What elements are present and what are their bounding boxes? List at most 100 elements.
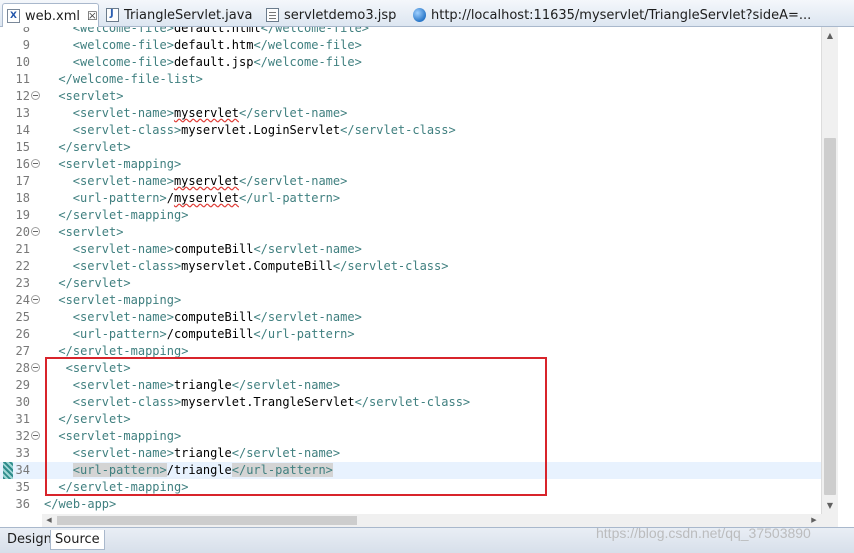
code-line[interactable]: 9 <welcome-file>default.htm</welcome-file… — [0, 37, 821, 54]
code-content: <servlet-name>computeBill</servlet-name> — [73, 241, 362, 258]
code-line[interactable]: 34 <url-pattern>/triangle</url-pattern> — [0, 462, 821, 479]
source-editor[interactable]: 8 <welcome-file>default.html</welcome-fil… — [0, 27, 821, 514]
xml-tag: <url-pattern> — [72, 463, 167, 477]
xml-text: myservlet — [173, 191, 239, 205]
xml-text: /triangle — [166, 463, 232, 477]
code-line[interactable]: 22 <servlet-class>myservlet.ComputeBill</… — [0, 258, 821, 275]
vertical-scroll-thumb[interactable] — [824, 138, 836, 495]
line-number: 13 — [15, 106, 30, 120]
xml-tag: <servlet-name> — [72, 106, 174, 120]
fold-collapse-icon[interactable] — [31, 91, 40, 100]
xml-tag: </welcome-file> — [253, 55, 362, 69]
code-content: <servlet-name>computeBill</servlet-name> — [73, 309, 362, 326]
code-line[interactable]: 16 <servlet-mapping> — [0, 156, 821, 173]
xml-tag: </servlet-name> — [253, 242, 362, 256]
line-number: 36 — [15, 497, 30, 511]
line-number: 35 — [15, 480, 30, 494]
fold-collapse-icon[interactable] — [31, 227, 40, 236]
line-number: 29 — [15, 378, 30, 392]
tab-source[interactable]: Source — [50, 530, 105, 550]
xml-tag: <servlet-class> — [72, 123, 182, 137]
fold-collapse-icon[interactable] — [31, 363, 40, 372]
code-line[interactable]: 28 <servlet> — [0, 360, 821, 377]
fold-collapse-icon[interactable] — [31, 159, 40, 168]
code-content: <url-pattern>/triangle</url-pattern> — [72, 462, 333, 479]
right-margin — [838, 27, 854, 527]
line-number: 32 — [15, 429, 30, 443]
xml-text: / — [166, 191, 174, 205]
line-number: 19 — [15, 208, 30, 222]
code-content: <welcome-file>default.html</welcome-file… — [73, 27, 369, 37]
xml-tag: <url-pattern> — [72, 327, 167, 341]
code-line[interactable]: 30 <servlet-class>myservlet.TrangleServle… — [0, 394, 821, 411]
code-content: <servlet-class>myservlet.TrangleServlet<… — [73, 394, 470, 411]
xml-tag: </servlet-name> — [238, 174, 348, 188]
code-line[interactable]: 14 <servlet-class>myservlet.LoginServlet<… — [0, 122, 821, 139]
horizontal-scroll-thumb[interactable] — [57, 516, 357, 525]
code-line[interactable]: 11 </welcome-file-list> — [0, 71, 821, 88]
code-line[interactable]: 29 <servlet-name>triangle</servlet-name> — [0, 377, 821, 394]
xml-tag: <servlet-name> — [72, 242, 174, 256]
tab-label: web.xml — [25, 8, 80, 24]
code-content: <servlet-name>triangle</servlet-name> — [73, 377, 340, 394]
line-number: 9 — [22, 38, 30, 52]
tab-triangle-servlet-java[interactable]: TriangleServlet.java — [102, 3, 262, 27]
code-line[interactable]: 24 <servlet-mapping> — [0, 292, 821, 309]
line-number: 25 — [15, 310, 30, 324]
xml-tag: </servlet-class> — [354, 395, 471, 409]
code-line[interactable]: 26 <url-pattern>/computeBill</url-pattern… — [0, 326, 821, 343]
horizontal-scrollbar[interactable]: ◀ ▶ — [42, 514, 821, 527]
line-number: 16 — [15, 157, 30, 171]
tab-design[interactable]: Design — [3, 530, 56, 550]
scroll-up-arrow-icon[interactable]: ▲ — [822, 27, 838, 44]
code-line[interactable]: 19 </servlet-mapping> — [0, 207, 821, 224]
code-line[interactable]: 33 <servlet-name>triangle</servlet-name> — [0, 445, 821, 462]
xml-text: default.htm — [173, 38, 254, 52]
code-line[interactable]: 18 <url-pattern>/myservlet</url-pattern> — [0, 190, 821, 207]
code-line[interactable]: 25 <servlet-name>computeBill</servlet-nam… — [0, 309, 821, 326]
vertical-scrollbar[interactable]: ▲ ▼ — [821, 27, 838, 514]
editor-mode-tab-bar: Design Source — [0, 527, 854, 553]
code-line[interactable]: 35 </servlet-mapping> — [0, 479, 821, 496]
line-number: 14 — [15, 123, 30, 137]
scroll-right-arrow-icon[interactable]: ▶ — [807, 514, 821, 527]
tab-servletdemo3-jsp[interactable]: servletdemo3.jsp — [262, 3, 407, 27]
code-line[interactable]: 12 <servlet> — [0, 88, 821, 105]
xml-tag: </servlet-class> — [332, 259, 449, 273]
line-number: 23 — [15, 276, 30, 290]
line-number: 10 — [15, 55, 30, 69]
line-number: 24 — [15, 293, 30, 307]
code-line[interactable]: 21 <servlet-name>computeBill</servlet-nam… — [0, 241, 821, 258]
close-icon[interactable]: ☒ — [87, 9, 98, 23]
jsp-file-icon — [266, 8, 279, 22]
tab-browser-localhost[interactable]: http://localhost:11635/myservlet/Triangl… — [409, 3, 849, 27]
xml-tag: </welcome-file> — [260, 27, 370, 35]
code-line[interactable]: 23 </servlet> — [0, 275, 821, 292]
line-number: 21 — [15, 242, 30, 256]
line-number: 12 — [15, 89, 30, 103]
xml-tag: <servlet> — [65, 361, 131, 375]
code-line[interactable]: 27 </servlet-mapping> — [0, 343, 821, 360]
fold-collapse-icon[interactable] — [31, 295, 40, 304]
xml-tag: <servlet-name> — [72, 174, 174, 188]
code-line[interactable]: 17 <servlet-name>myservlet</servlet-name> — [0, 173, 821, 190]
code-line[interactable]: 10 <welcome-file>default.jsp</welcome-fil… — [0, 54, 821, 71]
fold-collapse-icon[interactable] — [31, 431, 40, 440]
line-number: 33 — [15, 446, 30, 460]
line-number: 26 — [15, 327, 30, 341]
xml-tag: <servlet> — [58, 225, 124, 239]
code-line[interactable]: 36 </web-app> — [0, 496, 821, 513]
code-line[interactable]: 15 </servlet> — [0, 139, 821, 156]
code-line[interactable]: 8 <welcome-file>default.html</welcome-fil… — [0, 27, 821, 37]
code-line[interactable]: 31 </servlet> — [0, 411, 821, 428]
code-line[interactable]: 13 <servlet-name>myservlet</servlet-name> — [0, 105, 821, 122]
scroll-left-arrow-icon[interactable]: ◀ — [42, 514, 56, 527]
tab-web-xml[interactable]: X web.xml ☒ — [2, 3, 99, 28]
code-line[interactable]: 20 <servlet> — [0, 224, 821, 241]
scroll-down-arrow-icon[interactable]: ▼ — [822, 497, 838, 514]
code-line[interactable]: 32 <servlet-mapping> — [0, 428, 821, 445]
xml-tag: <servlet> — [58, 89, 124, 103]
code-content: <servlet-class>myservlet.LoginServlet</s… — [73, 122, 456, 139]
line-number: 31 — [15, 412, 30, 426]
xml-text: triangle — [173, 446, 232, 460]
